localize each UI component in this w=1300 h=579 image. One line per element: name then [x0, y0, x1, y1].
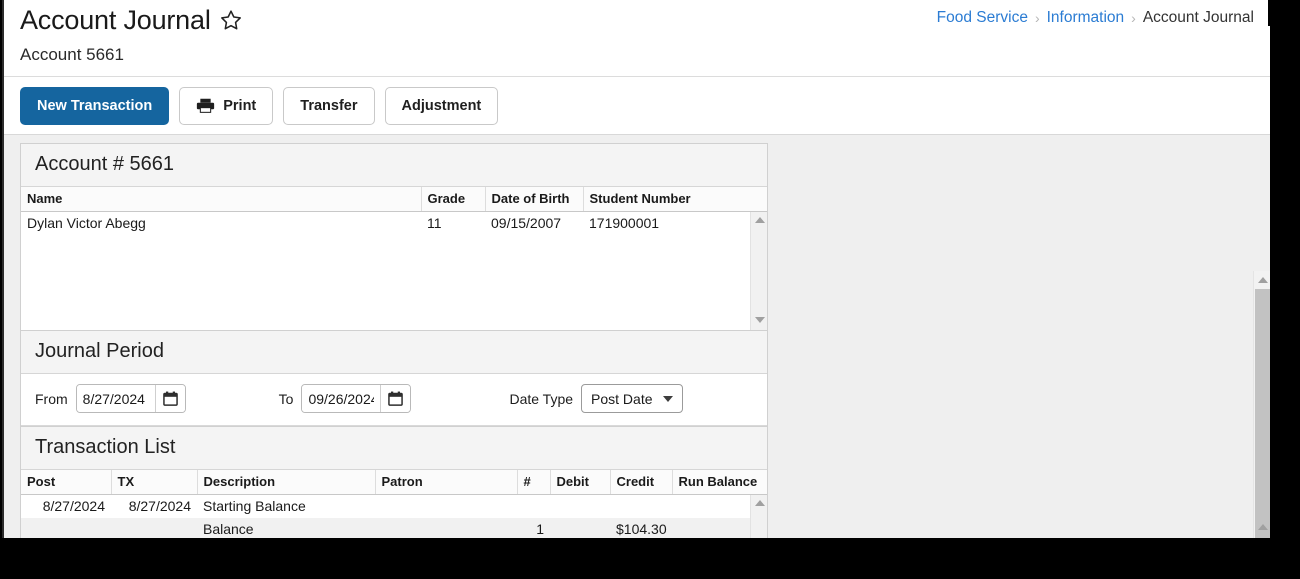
scroll-up-button[interactable]: [1254, 273, 1270, 287]
student-grid-rows: Dylan Victor Abegg 11 09/15/2007 1719000…: [21, 212, 767, 235]
content-area: Account # 5661 Name Grade Date of Birth …: [4, 135, 1270, 538]
table-header-row: Name Grade Date of Birth Student Number: [21, 187, 767, 212]
chevron-down-icon: [662, 395, 673, 402]
account-section-title: Account # 5661: [21, 144, 767, 187]
scroll-down-button[interactable]: [751, 312, 768, 328]
triangle-down-icon: [754, 317, 765, 323]
from-calendar-button[interactable]: [154, 385, 185, 412]
cell-description: Starting Balance: [203, 498, 306, 514]
scrollbar-thumb[interactable]: [1255, 289, 1270, 538]
column-header-tx[interactable]: TX: [111, 470, 198, 495]
triangle-up-icon: [1257, 277, 1268, 283]
cell-debit: [550, 495, 610, 518]
adjustment-button[interactable]: Adjustment: [384, 86, 499, 125]
date-type-select[interactable]: Post Date: [581, 384, 683, 413]
table-header-row: Post TX Description Patron # Debit Credi…: [21, 470, 767, 495]
cell-tx: [111, 518, 197, 538]
cell-description: Balance: [197, 518, 375, 538]
transaction-grid-scrollbar[interactable]: [750, 495, 767, 538]
column-header-post[interactable]: Post: [21, 470, 112, 495]
cell-post: [21, 518, 111, 538]
table-row[interactable]: 8/27/2024 8/27/2024 Starting Balance: [21, 495, 767, 518]
device-frame: Account Journal Account 5661 Food Servic…: [0, 0, 1300, 579]
to-calendar-button[interactable]: [380, 385, 411, 412]
triangle-up-icon: [1257, 524, 1268, 530]
journal-period-section: Journal Period From 8/27/2024 To 09/26/2…: [20, 330, 768, 426]
printer-icon: [197, 98, 215, 113]
journal-period-title: Journal Period: [21, 331, 767, 374]
breadcrumb-item-food-service[interactable]: Food Service: [937, 9, 1028, 27]
breadcrumb: Food Service › Information › Account Jou…: [937, 9, 1254, 27]
cell-tx: 8/27/2024: [128, 498, 191, 514]
journal-period-fields: From T: [21, 374, 767, 426]
page-header: Account Journal Account 5661 Food Servic…: [4, 0, 1270, 77]
column-header-student-number[interactable]: Student Number: [583, 187, 767, 212]
page-scrollbar[interactable]: [1253, 271, 1270, 538]
column-header-run-balance[interactable]: Run Balance: [672, 470, 767, 495]
cell-date-of-birth: 09/15/2007: [491, 215, 562, 231]
student-grid-header: Name Grade Date of Birth Student Number: [21, 187, 767, 212]
breadcrumb-item-information[interactable]: Information: [1047, 9, 1125, 27]
date-type-selected-value: Post Date: [591, 390, 653, 407]
account-section: Account # 5661 Name Grade Date of Birth …: [20, 143, 768, 330]
column-header-description[interactable]: Description: [197, 470, 376, 495]
cell-credit: $104.30: [610, 518, 672, 538]
cell-credit: [610, 495, 672, 518]
page-title: Account Journal: [20, 5, 211, 35]
column-header-date-of-birth[interactable]: Date of Birth: [485, 187, 584, 212]
table-row[interactable]: Dylan Victor Abegg 11 09/15/2007 1719000…: [21, 212, 767, 235]
breadcrumb-separator-icon: ›: [1131, 10, 1136, 26]
cell-debit: [550, 518, 610, 538]
scroll-up-button[interactable]: [751, 495, 768, 511]
student-grid-body: Dylan Victor Abegg 11 09/15/2007 1719000…: [21, 212, 767, 330]
transaction-grid-rows: 8/27/2024 8/27/2024 Starting Balance Bal…: [21, 495, 767, 538]
new-transaction-button[interactable]: New Transaction: [20, 86, 170, 125]
calendar-icon: [162, 391, 178, 406]
triangle-up-icon: [754, 217, 765, 223]
transaction-grid-header: Post TX Description Patron # Debit Credi…: [21, 470, 767, 495]
column-header-patron[interactable]: Patron: [375, 470, 518, 495]
breadcrumb-item-account-journal: Account Journal: [1142, 9, 1254, 26]
cell-post: 8/27/2024: [42, 498, 105, 514]
scroll-up-button[interactable]: [751, 212, 768, 228]
cell-patron: [375, 518, 517, 538]
cell-patron: [375, 495, 517, 518]
breadcrumb-separator-icon: ›: [1034, 10, 1040, 26]
to-date-input[interactable]: [302, 385, 381, 412]
from-date-input[interactable]: [76, 385, 155, 412]
app-viewport: Account Journal Account 5661 Food Servic…: [2, 0, 1270, 538]
cell-student-number: 171900001: [589, 215, 660, 231]
cell-grade: 11: [427, 215, 442, 231]
table-row[interactable]: Balance 1 $104.30: [21, 518, 767, 538]
print-button[interactable]: Print: [179, 86, 274, 125]
cell-count: 1: [517, 518, 550, 538]
from-label: From: [35, 390, 68, 407]
title-row: Account Journal: [20, 4, 242, 36]
account-subtitle: Account 5661: [20, 45, 124, 64]
column-header-count[interactable]: #: [517, 470, 551, 495]
action-toolbar: New Transaction Print Transfer Adjustmen…: [4, 77, 1270, 135]
cell-count: [517, 495, 550, 518]
student-grid-scrollbar[interactable]: [750, 212, 767, 330]
to-date-group[interactable]: [301, 384, 412, 413]
calendar-icon: [388, 391, 404, 406]
transaction-list-title: Transaction List: [21, 427, 767, 470]
print-button-label: Print: [223, 97, 257, 114]
triangle-up-icon: [754, 500, 765, 506]
from-date-group[interactable]: [75, 384, 186, 413]
star-outline-icon[interactable]: [220, 9, 242, 31]
transfer-button[interactable]: Transfer: [283, 86, 375, 125]
cell-name: Dylan Victor Abegg: [27, 215, 146, 231]
scroll-down-button[interactable]: [1254, 520, 1270, 534]
column-header-grade[interactable]: Grade: [421, 187, 486, 212]
transaction-list-section: Transaction List Post TX Description Pat…: [20, 426, 768, 538]
column-header-credit[interactable]: Credit: [610, 470, 673, 495]
date-type-label: Date Type: [509, 390, 574, 407]
to-label: To: [278, 390, 294, 407]
transaction-grid-body: 8/27/2024 8/27/2024 Starting Balance Bal…: [21, 495, 767, 538]
corner-mask-top-right: [1268, 0, 1294, 26]
column-header-name[interactable]: Name: [21, 187, 422, 212]
column-header-debit[interactable]: Debit: [550, 470, 611, 495]
panels-column: Account # 5661 Name Grade Date of Birth …: [20, 143, 768, 538]
